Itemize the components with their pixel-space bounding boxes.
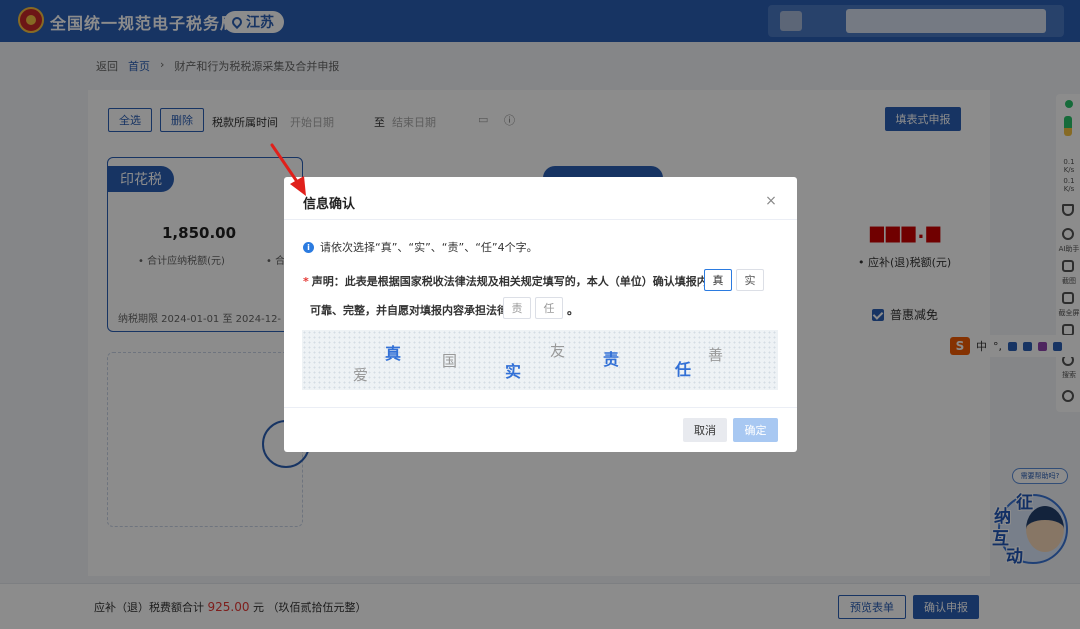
answer-slot-4[interactable]: 任 bbox=[535, 297, 563, 319]
captcha-char[interactable]: 真 bbox=[385, 340, 401, 364]
dialog-footer-divider bbox=[284, 407, 797, 408]
declaration-end-period: 。 bbox=[567, 303, 580, 317]
confirm-button[interactable]: 确定 bbox=[733, 418, 778, 442]
captcha-image[interactable]: 爱 真 国 实 友 责 任 善 bbox=[302, 330, 778, 390]
info-icon: i bbox=[303, 241, 314, 253]
answer-slot-3[interactable]: 责 bbox=[503, 297, 531, 319]
declaration-line-1: * 声明：此表是根据国家税收法律法规及相关规定填写的，本人（单位）确认填报内容 bbox=[303, 273, 719, 289]
instruction-text: 请依次选择“真”、“实”、“责”、“任”4个字。 bbox=[320, 241, 538, 254]
captcha-char[interactable]: 友 bbox=[550, 340, 565, 361]
captcha-char[interactable]: 实 bbox=[505, 358, 521, 382]
captcha-char[interactable]: 国 bbox=[442, 350, 457, 371]
declaration-line-2: 可靠、完整，并自愿对填报内容承担法律 bbox=[310, 304, 508, 317]
answer-slot-1[interactable]: 真 bbox=[704, 269, 732, 291]
captcha-char[interactable]: 责 bbox=[603, 346, 619, 370]
close-icon[interactable]: × bbox=[761, 191, 781, 211]
captcha-char[interactable]: 爱 bbox=[353, 364, 368, 385]
required-mark: * bbox=[303, 275, 309, 288]
captcha-char[interactable]: 任 bbox=[675, 356, 691, 380]
cancel-button[interactable]: 取消 bbox=[683, 418, 727, 442]
declaration-text-1: 声明：此表是根据国家税收法律法规及相关规定填写的，本人（单位）确认填报内容 bbox=[311, 275, 719, 288]
info-confirm-dialog: 信息确认 × i 请依次选择“真”、“实”、“责”、“任”4个字。 * 声明：此表… bbox=[284, 177, 797, 452]
instruction-row: i 请依次选择“真”、“实”、“责”、“任”4个字。 bbox=[303, 239, 538, 255]
annotation-arrow-icon bbox=[270, 143, 306, 196]
answer-slot-2[interactable]: 实 bbox=[736, 269, 764, 291]
dialog-header-divider bbox=[284, 219, 797, 220]
captcha-char[interactable]: 善 bbox=[708, 344, 723, 365]
